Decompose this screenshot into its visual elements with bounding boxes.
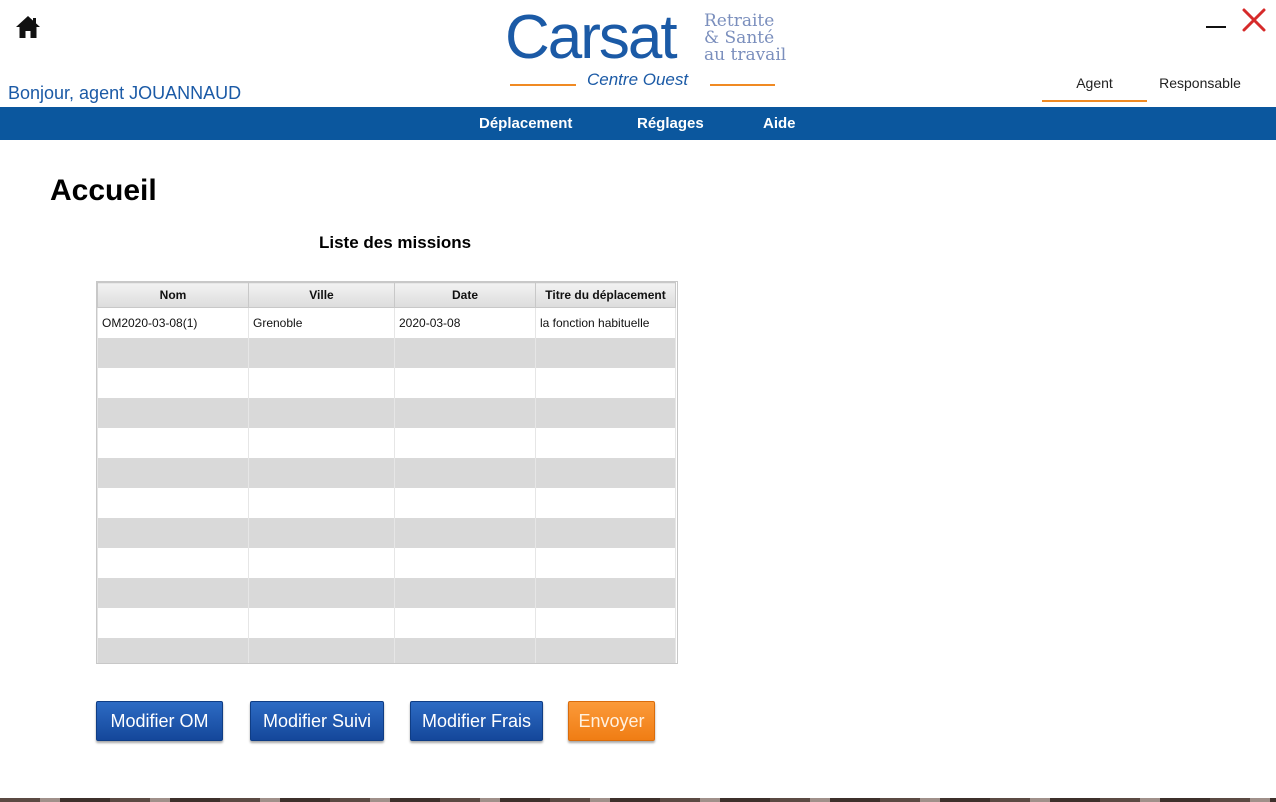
table-row-empty[interactable] — [97, 338, 676, 368]
table-cell — [97, 578, 249, 608]
table-cell — [248, 548, 395, 578]
nav-reglages[interactable]: Réglages — [637, 107, 704, 140]
column-header-date[interactable]: Date — [394, 282, 536, 308]
table-row-empty[interactable] — [97, 638, 676, 663]
table-cell — [535, 398, 676, 428]
table-cell — [394, 548, 536, 578]
logo-tagline-line3: au travail — [704, 45, 787, 65]
table-cell — [535, 518, 676, 548]
table-cell — [97, 428, 249, 458]
table-cell — [248, 488, 395, 518]
table-row[interactable]: OM2020-03-08(1) Grenoble 2020-03-08 la fonc… — [97, 307, 676, 338]
table-cell — [535, 548, 676, 578]
home-icon — [16, 16, 40, 38]
table-cell — [248, 608, 395, 638]
modifier-suivi-button[interactable]: Modifier Suivi — [250, 701, 384, 741]
modifier-frais-button[interactable]: Modifier Frais — [410, 701, 543, 741]
table-row-empty[interactable] — [97, 518, 676, 548]
main-navbar: Déplacement Réglages Aide — [0, 107, 1276, 140]
table-cell: OM2020-03-08(1) — [97, 307, 249, 338]
column-header-titre[interactable]: Titre du déplacement — [535, 282, 676, 308]
table-cell — [535, 578, 676, 608]
table-cell — [97, 608, 249, 638]
missions-table[interactable]: Nom Ville Date Titre du déplacement OM20… — [96, 281, 678, 664]
table-row-empty[interactable] — [97, 398, 676, 428]
table-header-row: Nom Ville Date Titre du déplacement — [97, 282, 676, 308]
table-cell — [394, 398, 536, 428]
table-cell — [535, 428, 676, 458]
page-title: Accueil — [50, 174, 157, 207]
table-cell — [97, 488, 249, 518]
home-button[interactable] — [14, 13, 42, 41]
logo-divider-right — [710, 84, 775, 86]
table-cell — [248, 338, 395, 368]
nav-aide[interactable]: Aide — [763, 107, 796, 140]
tab-responsable[interactable]: Responsable — [1150, 72, 1250, 100]
table-row-empty[interactable] — [97, 428, 676, 458]
table-row-empty[interactable] — [97, 548, 676, 578]
table-cell — [248, 638, 395, 663]
table-cell — [535, 638, 676, 663]
tab-agent[interactable]: Agent — [1042, 72, 1147, 102]
table-row-empty[interactable] — [97, 458, 676, 488]
table-cell — [248, 398, 395, 428]
close-icon — [1242, 8, 1266, 32]
logo-region-row: Centre Ouest — [505, 70, 780, 94]
table-cell — [248, 368, 395, 398]
table-cell — [394, 518, 536, 548]
table-cell — [394, 608, 536, 638]
table-cell — [394, 368, 536, 398]
table-row-empty[interactable] — [97, 578, 676, 608]
nav-deplacement[interactable]: Déplacement — [479, 107, 572, 140]
table-row-empty[interactable] — [97, 608, 676, 638]
background-strip — [0, 798, 1276, 802]
column-header-ville[interactable]: Ville — [248, 282, 395, 308]
table-cell — [535, 338, 676, 368]
column-header-nom[interactable]: Nom — [97, 282, 249, 308]
carsat-logo: Carsat Retraite & Santé au travail Centr… — [505, 3, 786, 96]
table-row-empty[interactable] — [97, 488, 676, 518]
table-cell — [97, 638, 249, 663]
table-cell — [535, 368, 676, 398]
table-cell — [535, 458, 676, 488]
table-cell — [394, 638, 536, 663]
table-cell — [97, 518, 249, 548]
close-button[interactable] — [1241, 7, 1267, 33]
table-cell — [97, 338, 249, 368]
logo-divider-left — [510, 84, 576, 86]
table-cell: 2020-03-08 — [394, 307, 536, 338]
greeting-text: Bonjour, agent JOUANNAUD — [8, 83, 242, 103]
table-cell — [248, 428, 395, 458]
table-cell — [394, 458, 536, 488]
table-cell — [248, 458, 395, 488]
table-cell — [394, 578, 536, 608]
table-row-empty[interactable] — [97, 368, 676, 398]
table-cell — [394, 488, 536, 518]
table-cell — [248, 518, 395, 548]
table-cell — [394, 338, 536, 368]
envoyer-button[interactable]: Envoyer — [568, 701, 655, 741]
logo-brand: Carsat — [505, 3, 678, 72]
table-cell — [394, 428, 536, 458]
minimize-button[interactable] — [1206, 14, 1228, 32]
logo-tagline: Retraite & Santé au travail — [704, 13, 786, 64]
table-cell: Grenoble — [248, 307, 395, 338]
table-cell: la fonction habituelle — [535, 307, 676, 338]
table-cell — [97, 398, 249, 428]
logo-region: Centre Ouest — [587, 70, 689, 89]
modifier-om-button[interactable]: Modifier OM — [96, 701, 223, 741]
missions-list-title: Liste des missions — [319, 233, 472, 252]
table-cell — [248, 578, 395, 608]
table-cell — [535, 488, 676, 518]
table-cell — [97, 368, 249, 398]
table-cell — [97, 458, 249, 488]
table-cell — [535, 608, 676, 638]
table-cell — [97, 548, 249, 578]
